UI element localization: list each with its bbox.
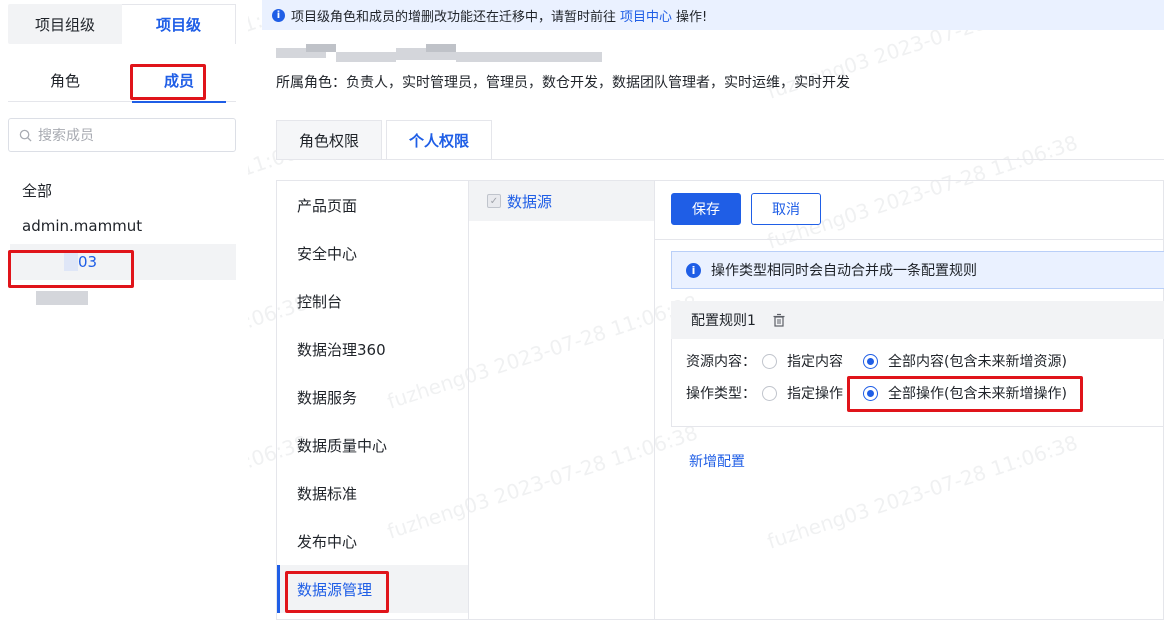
config-divider — [655, 239, 1164, 240]
redacted-name — [36, 291, 88, 305]
add-config-link[interactable]: 新增配置 — [689, 451, 745, 471]
migration-notice: i 项目级角色和成员的增删改功能还在迁移中，请暂时前往 项目中心 操作! — [262, 0, 1164, 30]
tab-role-permissions[interactable]: 角色权限 — [276, 120, 383, 160]
info-icon: i — [272, 8, 285, 22]
radio-label: 全部内容(包含未来新增资源) — [888, 354, 1067, 370]
radio-all-operations[interactable] — [863, 385, 878, 401]
resource-label: 数据源 — [507, 192, 553, 211]
resource-item-datasource[interactable]: ✓ 数据源 — [469, 181, 654, 221]
rule-header: 配置规则1 — [671, 301, 1164, 339]
search-icon — [19, 129, 32, 142]
tab-roles[interactable]: 角色 — [8, 58, 122, 102]
category-item[interactable]: 数据治理360 — [277, 325, 468, 373]
info-icon: i — [686, 262, 701, 278]
tab-personal-permissions[interactable]: 个人权限 — [386, 120, 493, 160]
save-button[interactable]: 保存 — [671, 193, 741, 225]
tab-divider — [276, 159, 1164, 160]
member-item-selected[interactable]: 03 — [10, 244, 236, 280]
resource-content-row: 资源内容： 指定内容 全部内容(包含未来新增资源) — [686, 351, 1067, 371]
checkbox-checked-disabled[interactable]: ✓ — [487, 194, 501, 208]
member-search-input[interactable]: 搜索成员 — [8, 118, 236, 152]
operation-type-row: 操作类型： 指定操作 全部操作(包含未来新增操作) — [686, 383, 1067, 403]
tab-project-level[interactable]: 项目级 — [122, 4, 236, 44]
radio-specified-operation[interactable] — [762, 385, 777, 401]
radio-specified-content[interactable] — [762, 353, 777, 369]
radio-all-content[interactable] — [863, 353, 878, 369]
member-item-redacted[interactable] — [0, 280, 248, 316]
sub-tabs: 角色 成员 — [8, 58, 236, 103]
category-item[interactable]: 数据服务 — [277, 373, 468, 421]
tab-members[interactable]: 成员 — [122, 58, 236, 103]
category-item[interactable]: 发布中心 — [277, 517, 468, 565]
cancel-button[interactable]: 取消 — [751, 193, 821, 225]
merge-tip: i 操作类型相同时会自动合并成一条配置规则 — [671, 251, 1164, 289]
permission-panel: 产品页面 安全中心 控制台 数据治理360 数据服务 数据质量中心 数据标准 发… — [276, 180, 1164, 620]
category-item-datasource-mgmt[interactable]: 数据源管理 — [277, 565, 468, 613]
category-item[interactable]: 安全中心 — [277, 229, 468, 277]
rule-title: 配置规则1 — [691, 313, 756, 329]
redacted-name — [64, 253, 78, 271]
category-item[interactable]: 控制台 — [277, 277, 468, 325]
permission-tabs: 角色权限 个人权限 — [276, 120, 496, 160]
category-list: 产品页面 安全中心 控制台 数据治理360 数据服务 数据质量中心 数据标准 发… — [277, 181, 469, 620]
member-name: 03 — [78, 253, 98, 271]
tip-text: 操作类型相同时会自动合并成一条配置规则 — [711, 263, 977, 279]
left-panel: 项目组级 项目级 角色 成员 搜索成员 全部 admin.mammut 03 — [0, 0, 248, 620]
resource-list: ✓ 数据源 — [469, 181, 655, 620]
tab-project-group-level[interactable]: 项目组级 — [8, 4, 122, 44]
category-item[interactable]: 数据标准 — [277, 469, 468, 517]
category-item[interactable]: 数据质量中心 — [277, 421, 468, 469]
rule-body: 资源内容： 指定内容 全部内容(包含未来新增资源) 操作类型： 指定操作 全部操… — [671, 339, 1164, 427]
member-list: 全部 admin.mammut 03 — [0, 172, 248, 316]
operation-type-label: 操作类型： — [686, 386, 756, 402]
notice-text: 项目级角色和成员的增删改功能还在迁移中，请暂时前往 — [291, 9, 617, 25]
resource-content-label: 资源内容： — [686, 354, 756, 370]
radio-label: 全部操作(包含未来新增操作) — [888, 386, 1067, 402]
level-tabs: 项目组级 项目级 — [8, 4, 236, 44]
radio-label: 指定内容 — [787, 354, 843, 370]
notice-text-after: 操作! — [676, 9, 708, 25]
member-item[interactable]: admin.mammut — [0, 208, 248, 244]
config-area: 保存 取消 i 操作类型相同时会自动合并成一条配置规则 配置规则1 资源内容： … — [655, 181, 1164, 620]
member-roles: 所属角色：负责人，实时管理员，管理员，数仓开发，数据团队管理者，实时运维，实时开… — [276, 75, 850, 91]
category-item[interactable]: 产品页面 — [277, 181, 468, 229]
trash-icon[interactable] — [772, 313, 786, 327]
member-name-redacted — [276, 44, 602, 64]
radio-label: 指定操作 — [787, 386, 843, 402]
member-item-all[interactable]: 全部 — [0, 172, 248, 208]
search-placeholder: 搜索成员 — [38, 128, 94, 144]
project-center-link[interactable]: 项目中心 — [620, 6, 672, 25]
